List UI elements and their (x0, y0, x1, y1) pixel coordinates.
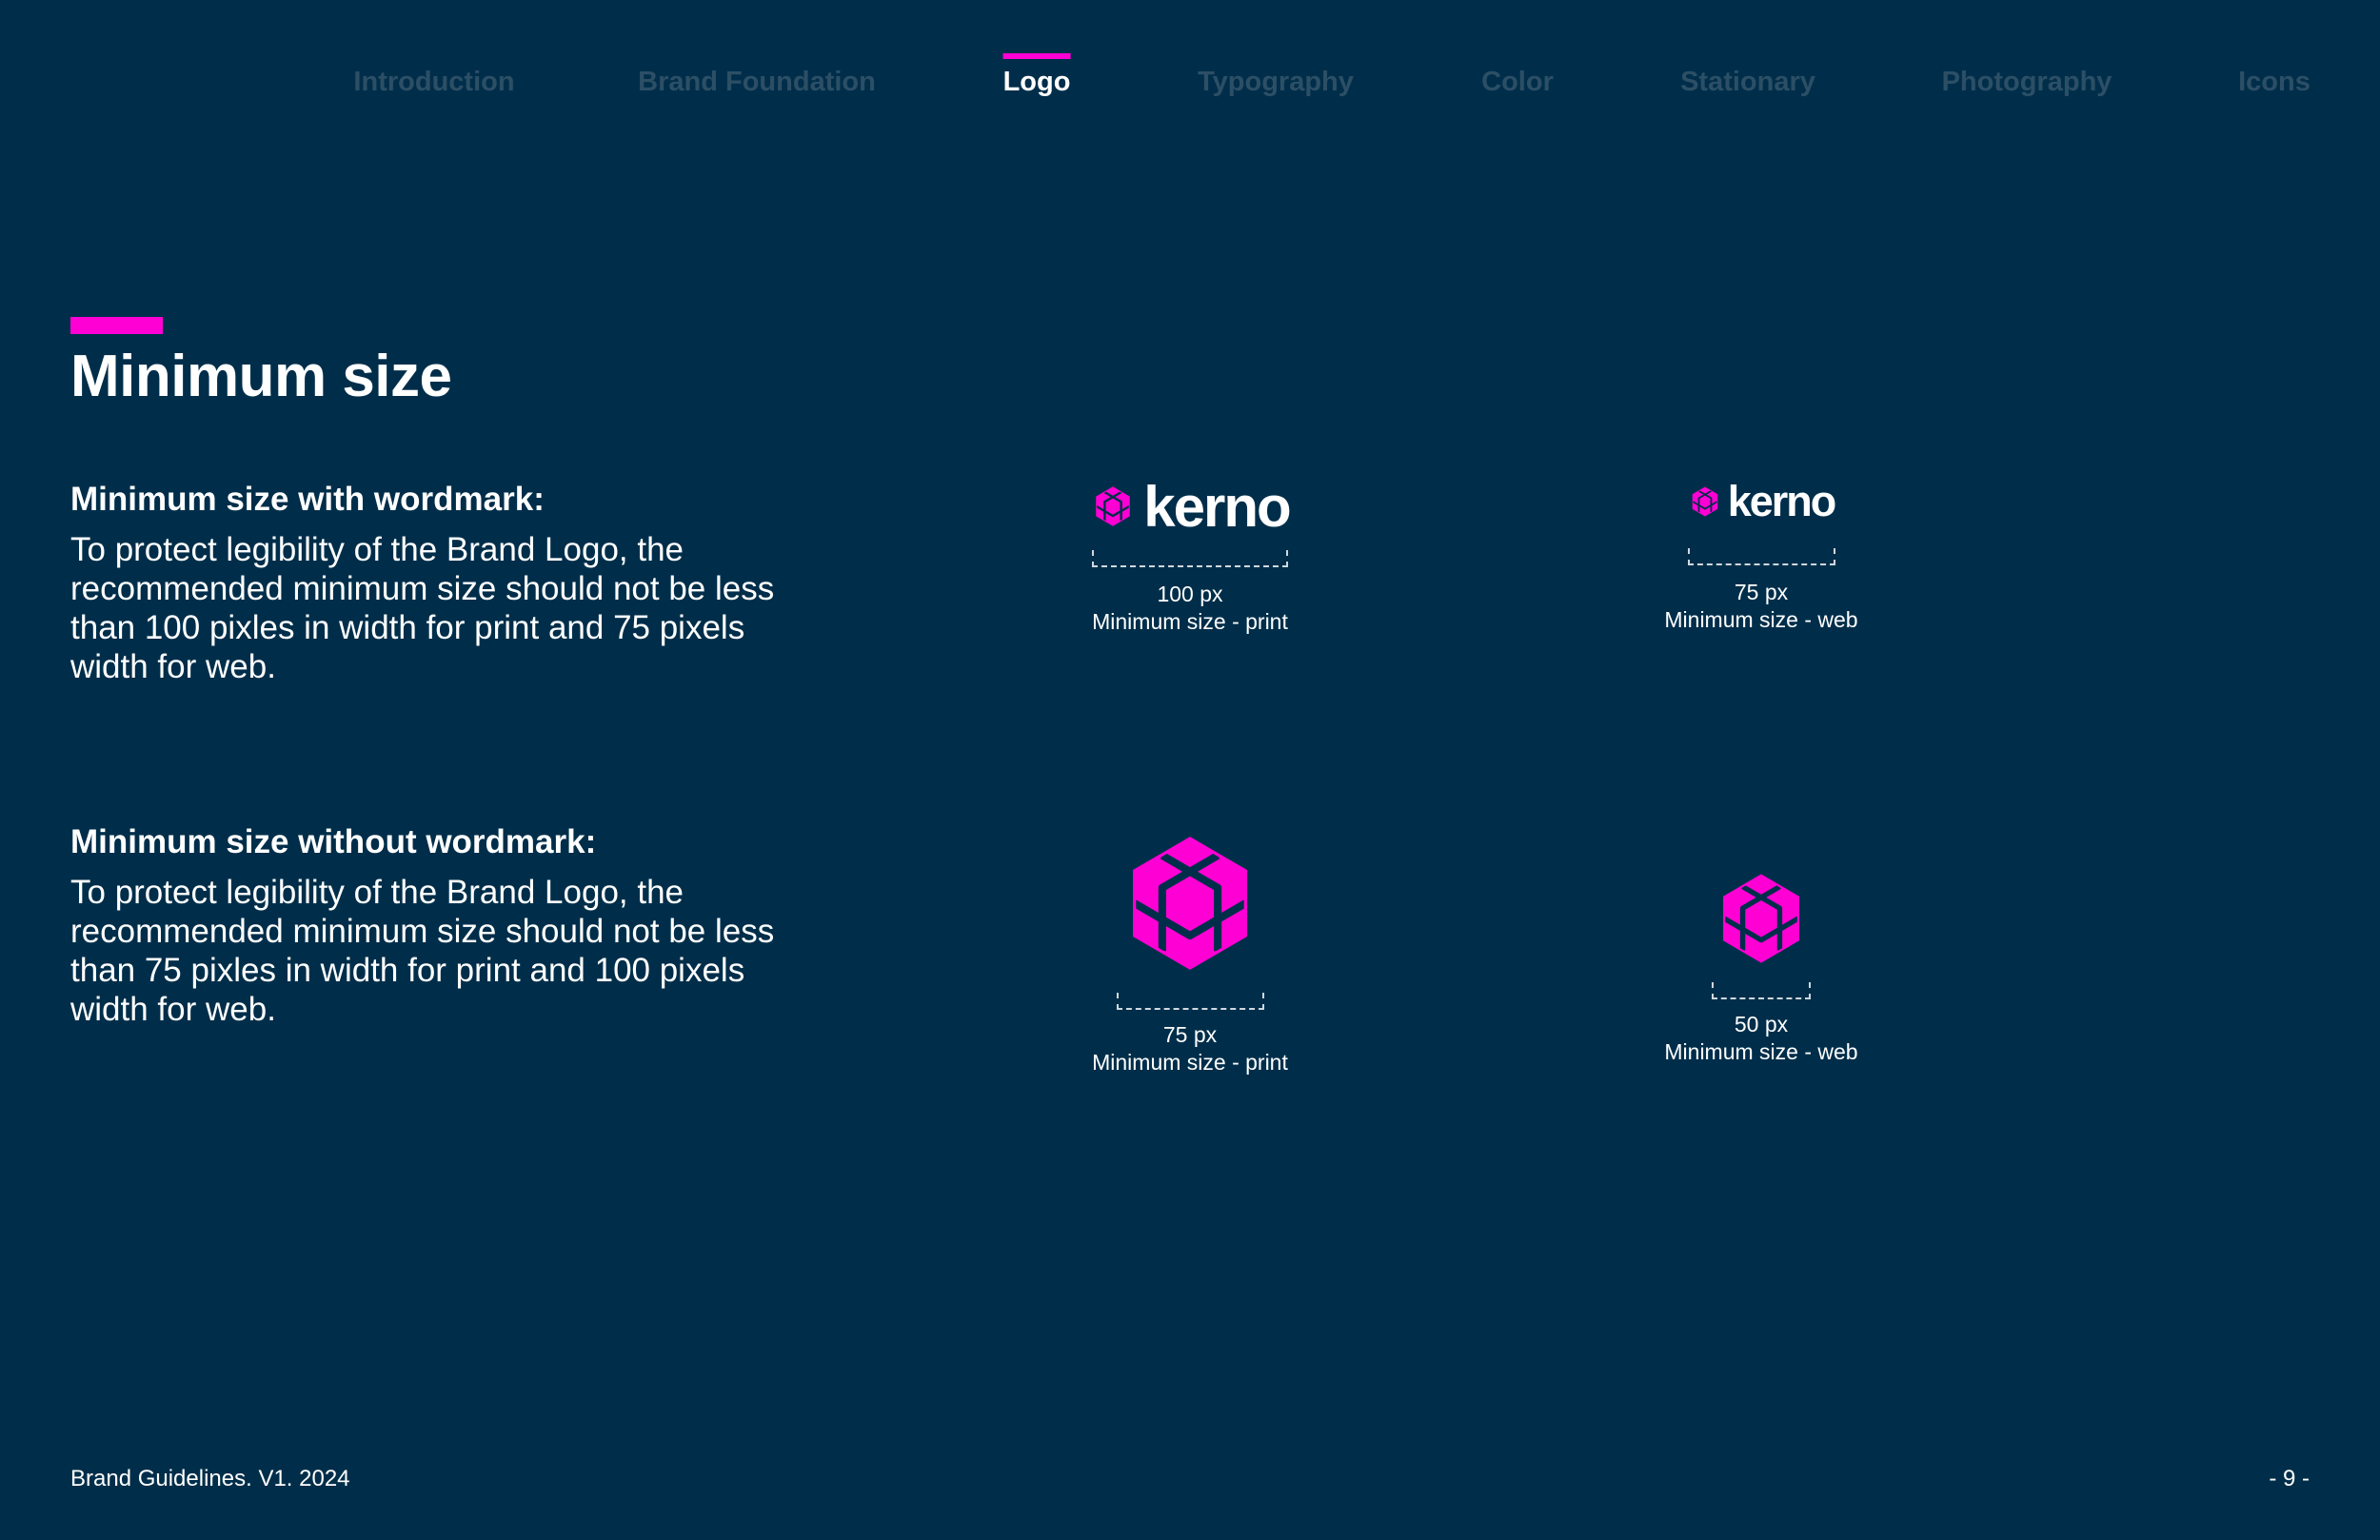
size-value: 75 px (1734, 580, 1789, 604)
measure-bracket (1116, 993, 1264, 1010)
nav-item-color[interactable]: Color (1481, 67, 1554, 98)
kerno-logo: kerno (1047, 475, 1333, 539)
nav-item-typography[interactable]: Typography (1198, 67, 1354, 98)
nav-item-photography[interactable]: Photography (1942, 67, 2112, 98)
nav-item-stationary[interactable]: Stationary (1680, 67, 1815, 98)
size-label: Minimum size - web (1664, 1039, 1858, 1064)
logo-example-wordmark-print: kerno 100 px Minimum size - print (1047, 475, 1333, 636)
top-navigation: Introduction Brand Foundation Logo Typog… (0, 53, 2380, 110)
footer-page-number: - 9 - (2269, 1466, 2310, 1491)
measure-bracket (1687, 548, 1835, 565)
nav-item-icons[interactable]: Icons (2238, 67, 2311, 98)
nav-item-introduction[interactable]: Introduction (353, 67, 514, 98)
section-body: To protect legibility of the Brand Logo,… (70, 874, 775, 1028)
wordmark-text: kerno (1727, 477, 1837, 525)
title-accent-bar (70, 317, 163, 334)
kerno-logo: kerno (1618, 477, 1904, 525)
section-heading: Minimum size with wordmark: (70, 481, 545, 518)
wordmark-text: kerno (1143, 474, 1291, 539)
size-label: Minimum size - web (1664, 607, 1858, 632)
size-value: 50 px (1734, 1012, 1789, 1037)
size-value: 75 px (1162, 1022, 1218, 1047)
page-title: Minimum size (70, 344, 452, 409)
nav-item-logo[interactable]: Logo (1002, 53, 1070, 98)
kerno-mark-icon (1095, 485, 1131, 527)
nav-item-brand-foundation[interactable]: Brand Foundation (638, 67, 876, 98)
section-with-wordmark: Minimum size with wordmark: To protect l… (70, 481, 775, 686)
size-label: Minimum size - print (1092, 1050, 1288, 1075)
logo-example-wordmark-web: kerno 75 px Minimum size - web (1618, 477, 1904, 634)
size-label: Minimum size - print (1092, 609, 1288, 634)
logo-example-mark-print: 75 px Minimum size - print (1047, 826, 1333, 1076)
footer-document-version: Brand Guidelines. V1. 2024 (70, 1466, 350, 1491)
measure-bracket (1092, 550, 1288, 567)
kerno-mark-icon (1710, 867, 1813, 970)
measure-bracket (1712, 982, 1811, 999)
kerno-mark-icon (1113, 826, 1267, 980)
kerno-mark-icon (1691, 485, 1718, 518)
size-value: 100 px (1157, 582, 1223, 606)
section-heading: Minimum size without wordmark: (70, 823, 597, 860)
section-body: To protect legibility of the Brand Logo,… (70, 531, 775, 685)
logo-example-mark-web: 50 px Minimum size - web (1618, 867, 1904, 1066)
section-without-wordmark: Minimum size without wordmark: To protec… (70, 823, 775, 1029)
